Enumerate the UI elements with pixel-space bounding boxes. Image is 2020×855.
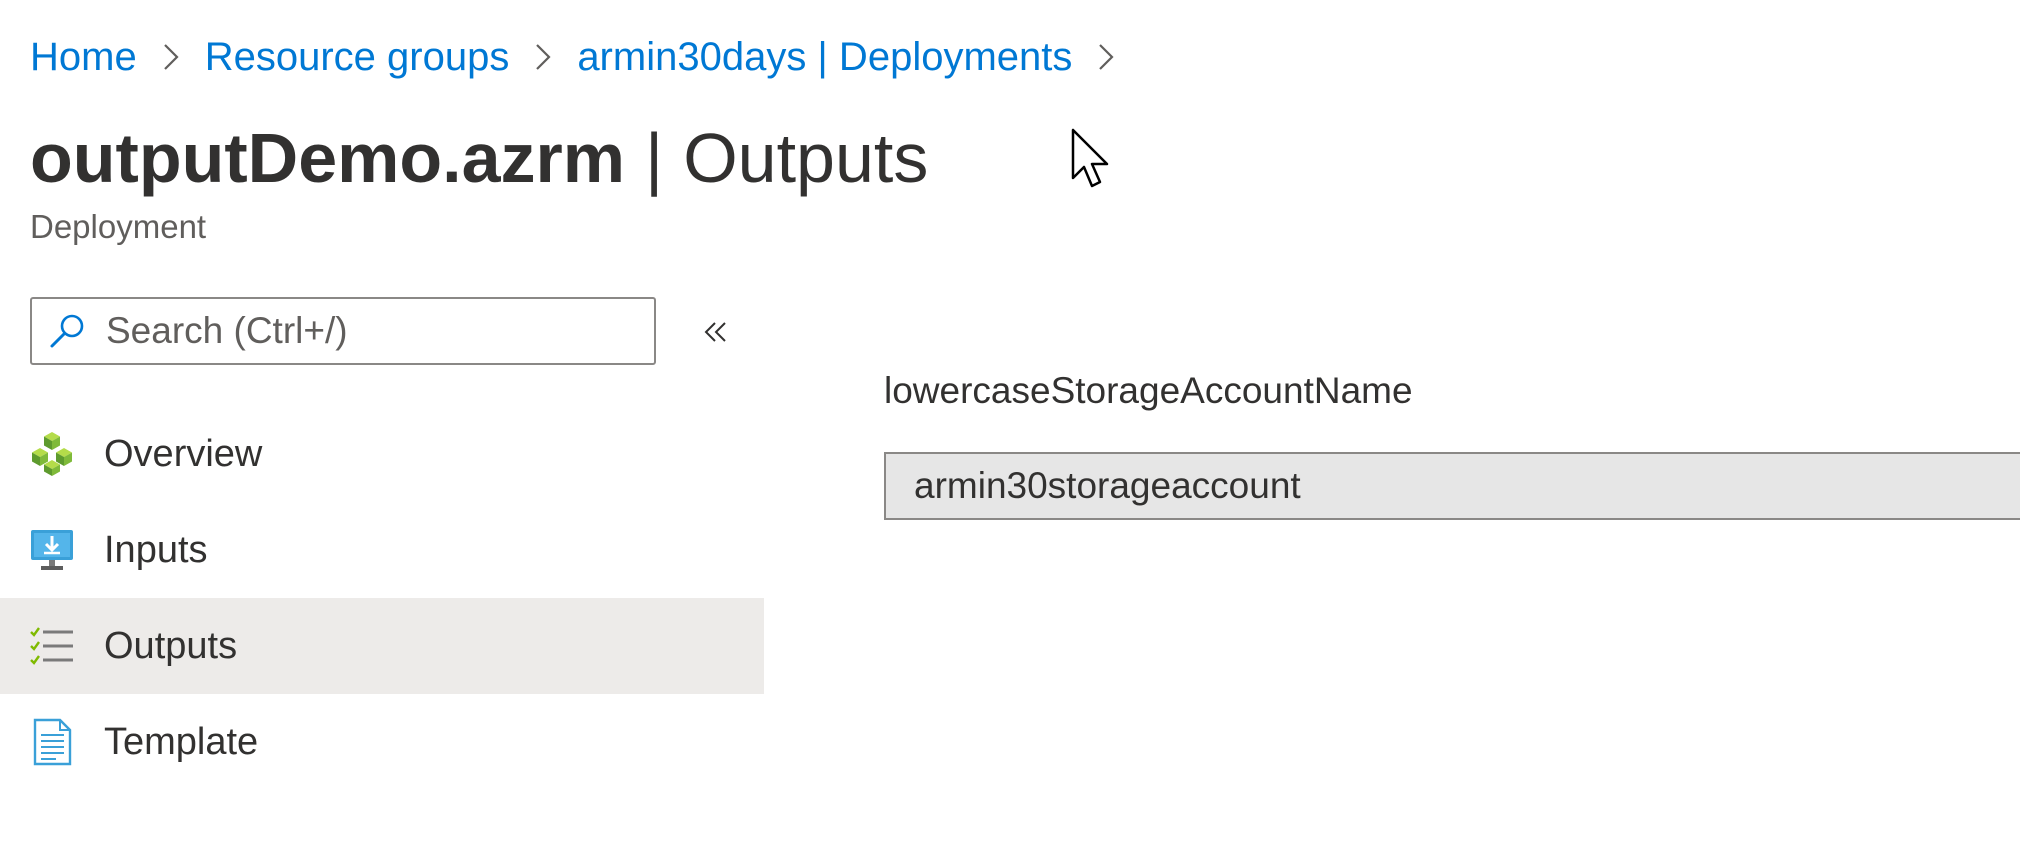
sidebar-item-label: Template [104,720,259,763]
sidebar-item-outputs[interactable]: Outputs [0,598,764,694]
sidebar-item-label: Overview [104,432,263,475]
breadcrumb-resource-groups-link[interactable]: Resource groups [205,35,510,80]
chevron-right-icon [509,30,577,84]
sidebar-item-inputs[interactable]: Inputs [0,502,764,598]
sidebar-item-label: Outputs [104,624,238,667]
sidebar-nav: Overview Inputs Outputs Template [0,406,764,790]
sidebar-item-overview[interactable]: Overview [0,406,764,502]
search-input[interactable] [106,303,636,359]
chevron-right-icon [1072,30,1140,84]
title-divider: | [645,119,664,197]
sidebar-item-label: Inputs [104,528,208,571]
double-chevron-left-icon [704,322,726,342]
page-subtitle: Deployment [30,208,207,245]
search-box[interactable] [30,297,656,365]
breadcrumb-deployments-link[interactable]: armin30days | Deployments [577,35,1072,80]
cubes-icon [27,429,77,479]
output-name-label: lowercaseStorageAccountName [884,370,1413,411]
collapse-menu-button[interactable] [696,310,736,354]
breadcrumb-home-link[interactable]: Home [30,35,137,80]
checklist-icon [27,621,77,671]
search-icon [44,308,90,354]
document-icon [27,717,77,767]
breadcrumb: Home Resource groups armin30days | Deplo… [30,30,1140,84]
output-value-field[interactable]: armin30storageaccount [884,452,2020,520]
resource-name: outputDemo.azrm [30,119,625,197]
monitor-download-icon [27,525,77,575]
section-name: Outputs [683,119,929,197]
page-title: outputDemo.azrm | Outputs [30,118,928,198]
mouse-cursor-icon [1071,128,1109,188]
chevron-right-icon [137,30,205,84]
sidebar-item-template[interactable]: Template [0,694,764,790]
